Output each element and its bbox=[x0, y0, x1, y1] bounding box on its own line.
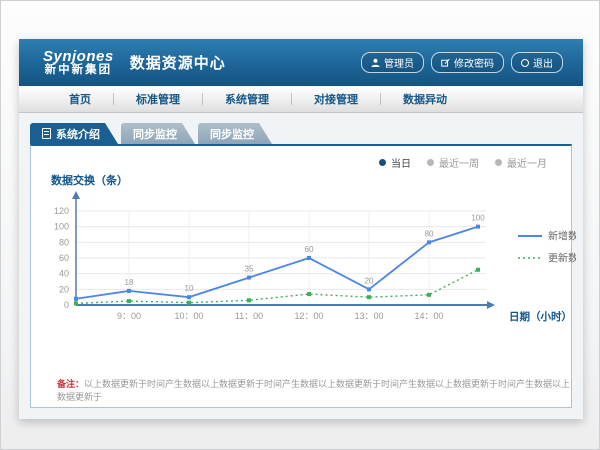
chart-line-1 bbox=[76, 270, 478, 304]
nav-item-2[interactable]: 系统管理 bbox=[203, 91, 291, 107]
company-logo[interactable]: Synjones 新中新集团 bbox=[43, 49, 114, 77]
x-tick-label: 12：00 bbox=[294, 311, 323, 321]
radio-dot-icon bbox=[379, 159, 386, 166]
y-tick-label: 20 bbox=[59, 284, 69, 294]
data-label: 35 bbox=[245, 265, 254, 274]
data-label: 20 bbox=[365, 276, 374, 285]
tab-label: 同步监控 bbox=[210, 126, 254, 142]
edit-icon bbox=[441, 58, 450, 67]
tab-label: 同步监控 bbox=[133, 126, 177, 142]
chart-x-axis-title: 日期（小时） bbox=[509, 310, 572, 323]
chart-line-0 bbox=[76, 227, 478, 299]
data-point bbox=[247, 298, 251, 302]
data-point bbox=[367, 295, 371, 299]
note-label: 备注： bbox=[57, 379, 84, 389]
change-password-button[interactable]: 修改密码 bbox=[431, 52, 504, 73]
content-area: 系统介绍 同步监控 同步监控 当日 最近一周 最近一月 数据交换（条） 0 20 40 60 8… bbox=[19, 113, 583, 419]
document-icon bbox=[42, 128, 51, 139]
y-tick-label: 80 bbox=[59, 237, 69, 247]
tab-bar: 系统介绍 同步监控 同步监控 bbox=[30, 123, 583, 144]
page-title: 数据资源中心 bbox=[130, 52, 226, 73]
logo-text-en: Synjones bbox=[43, 49, 114, 65]
data-point bbox=[247, 276, 251, 280]
chart-y-axis-title: 数据交换（条） bbox=[51, 172, 571, 188]
data-point bbox=[74, 297, 78, 301]
data-point bbox=[187, 301, 191, 305]
data-point bbox=[187, 295, 191, 299]
time-range-filter: 当日 最近一周 最近一月 bbox=[379, 155, 547, 170]
legend-label: 新增数据 bbox=[548, 230, 576, 243]
data-label: 60 bbox=[305, 245, 314, 254]
logout-button[interactable]: 退出 bbox=[511, 52, 563, 73]
data-point bbox=[74, 301, 78, 305]
user-icon bbox=[371, 58, 380, 67]
logout-button-label: 退出 bbox=[533, 55, 553, 70]
x-tick-label: 14：00 bbox=[414, 311, 443, 321]
y-axis-arrow-icon bbox=[72, 191, 80, 199]
x-tick-label: 9：00 bbox=[117, 311, 141, 321]
y-tick-label: 40 bbox=[59, 269, 69, 279]
app-header: Synjones 新中新集团 数据资源中心 管理员 修改密码 退出 bbox=[19, 39, 583, 86]
y-tick-label: 0 bbox=[64, 300, 69, 310]
radio-option-1[interactable]: 最近一周 bbox=[427, 155, 479, 170]
data-point bbox=[127, 299, 131, 303]
radio-label: 当日 bbox=[391, 155, 411, 170]
system-intro-panel: 当日 最近一周 最近一月 数据交换（条） 0 20 40 60 80 100 120 9：00 10… bbox=[30, 144, 572, 408]
radio-dot-icon bbox=[495, 159, 502, 166]
data-label: 10 bbox=[185, 284, 194, 293]
logout-icon bbox=[521, 59, 529, 67]
tab-1[interactable]: 同步监控 bbox=[121, 123, 195, 144]
tab-label: 系统介绍 bbox=[56, 126, 100, 142]
chart-container: 0 20 40 60 80 100 120 9：00 10：00 11：00 12：00 13：00 1… bbox=[31, 190, 571, 367]
x-tick-label: 10：00 bbox=[174, 311, 203, 321]
radio-label: 最近一周 bbox=[439, 155, 479, 170]
logo-text-cn: 新中新集团 bbox=[43, 64, 114, 76]
x-tick-label: 13：00 bbox=[354, 311, 383, 321]
user-button-label: 管理员 bbox=[384, 55, 414, 70]
data-point bbox=[307, 256, 311, 260]
tab-0[interactable]: 系统介绍 bbox=[30, 123, 118, 144]
data-point bbox=[427, 293, 431, 297]
nav-item-3[interactable]: 对接管理 bbox=[292, 91, 380, 107]
data-label: 80 bbox=[425, 229, 434, 238]
app-window: Synjones 新中新集团 数据资源中心 管理员 修改密码 退出 首页标准 bbox=[19, 39, 583, 419]
change-password-label: 修改密码 bbox=[454, 55, 494, 70]
nav-item-4[interactable]: 数据异动 bbox=[381, 91, 469, 107]
nav-item-1[interactable]: 标准管理 bbox=[114, 91, 202, 107]
data-point bbox=[367, 287, 371, 291]
data-point bbox=[427, 240, 431, 244]
data-label: 100 bbox=[471, 214, 485, 223]
radio-dot-icon bbox=[427, 159, 434, 166]
radio-option-0[interactable]: 当日 bbox=[379, 155, 411, 170]
header-actions: 管理员 修改密码 退出 bbox=[361, 52, 563, 73]
y-tick-label: 100 bbox=[54, 222, 69, 232]
data-label: 18 bbox=[125, 278, 134, 287]
data-point bbox=[476, 225, 480, 229]
data-point bbox=[127, 289, 131, 293]
y-tick-label: 120 bbox=[54, 206, 69, 216]
tab-2[interactable]: 同步监控 bbox=[198, 123, 272, 144]
footer-note: 备注：以上数据更新于时间产生数据以上数据更新于时间产生数据以上数据更新于时间产生… bbox=[57, 377, 571, 403]
x-axis-arrow-icon bbox=[487, 301, 495, 309]
screen-background: Synjones 新中新集团 数据资源中心 管理员 修改密码 退出 首页标准 bbox=[0, 0, 600, 450]
y-tick-label: 60 bbox=[59, 253, 69, 263]
x-tick-label: 11：00 bbox=[235, 311, 263, 321]
line-chart: 0 20 40 60 80 100 120 9：00 10：00 11：00 12：00 13：00 1… bbox=[31, 190, 576, 362]
radio-label: 最近一月 bbox=[507, 155, 547, 170]
data-point bbox=[476, 268, 480, 272]
note-text: 以上数据更新于时间产生数据以上数据更新于时间产生数据以上数据更新于时间产生数据以… bbox=[57, 379, 570, 402]
user-button[interactable]: 管理员 bbox=[361, 52, 424, 73]
radio-option-2[interactable]: 最近一月 bbox=[495, 155, 547, 170]
main-nav: 首页标准管理系统管理对接管理数据异动 bbox=[19, 86, 583, 113]
legend-label: 更新数据 bbox=[548, 252, 576, 265]
nav-item-0[interactable]: 首页 bbox=[47, 91, 113, 107]
data-point bbox=[307, 292, 311, 296]
